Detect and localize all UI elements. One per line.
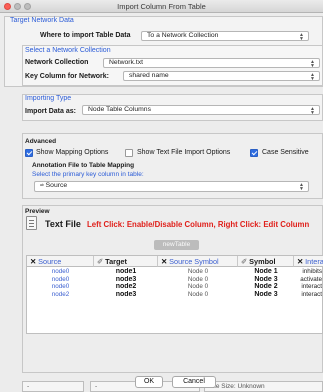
column-header-source-symbol[interactable]: ✕ Source Symbol (158, 256, 238, 267)
network-collection-select[interactable]: Network.txt ▲ ▼ (103, 58, 320, 68)
title-bar[interactable]: Import Column From Table (0, 0, 323, 13)
table-name: newTable (162, 241, 191, 248)
preview-instruction: Left Click: Enable/Disable Column, Right… (87, 220, 310, 229)
file-size-box: File Size: Unknown (204, 381, 323, 392)
key-column-select[interactable]: shared name ▲ ▼ (123, 71, 320, 81)
column-label: Target (105, 257, 127, 266)
table-cell: activate (300, 275, 322, 283)
table-cell: interact (301, 290, 322, 298)
preview-header: Preview (25, 208, 50, 215)
network-collection-header: Select a Network Collection (25, 47, 111, 54)
column-header-interaction[interactable]: ✕ Interacti (294, 256, 323, 267)
table-cell: Node 0 (187, 275, 209, 283)
column-header-source[interactable]: ✕ Source (27, 256, 94, 267)
where-import-value: To a Network Collection (147, 32, 219, 39)
where-import-select[interactable]: To a Network Collection ▲ ▼ (141, 31, 309, 41)
table-cell: node0 (51, 268, 70, 275)
column-label: Source Symbol (169, 257, 219, 266)
x-icon: ✕ (297, 257, 304, 266)
table-cell: node3 (115, 290, 137, 298)
where-import-label: Where to import Table Data (40, 32, 131, 39)
import-data-as-select[interactable]: Node Table Columns ▲ ▼ (82, 105, 320, 115)
column-header-target[interactable]: ✐ Target (94, 256, 158, 267)
column-a-b-icon: ᵃᵇ (40, 183, 44, 189)
advanced-header: Advanced (25, 138, 57, 145)
table-cell: Node 2 (254, 283, 278, 290)
importing-type-header: Importing Type (25, 95, 72, 102)
import-dialog-window: Import Column From Table Target Network … (0, 0, 323, 392)
show-mapping-label[interactable]: Show Mapping Options (36, 149, 108, 156)
file-type-label: Text File (45, 219, 81, 229)
table-cell: node0 (51, 275, 70, 283)
show-mapping-checkbox[interactable] (25, 149, 33, 157)
target-network-header: Target Network Data (10, 17, 74, 24)
file-size-text: File Size: Unknown (209, 383, 265, 390)
mapping-title: Annotation File to Table Mapping (32, 162, 135, 169)
table-row: node2 node3 Node 0 Node 3 interact (27, 291, 323, 299)
mapping-hint: Select the primary key column in table: (32, 171, 144, 178)
primary-key-select[interactable]: ᵃᵇ Source ▲ ▼ (34, 181, 309, 192)
import-data-as-label: Import Data as: (25, 108, 76, 115)
table-cell: inhibits (302, 268, 322, 275)
key-column-label: Key Column for Network: (25, 73, 110, 80)
key-column-value: shared name (129, 72, 169, 79)
cancel-button[interactable]: Cancel (172, 376, 216, 388)
text-file-icon (26, 216, 37, 230)
table-cell: Node 0 (187, 283, 209, 290)
column-label: Source (38, 257, 62, 266)
table-cell: Node 0 (187, 268, 209, 275)
import-data-as-value: Node Table Columns (88, 106, 151, 113)
select-arrows-icon: ▲ ▼ (310, 72, 315, 81)
window-title: Import Column From Table (117, 2, 206, 11)
table-cell: node1 (115, 268, 137, 275)
table-cell: Node 0 (187, 290, 209, 298)
x-icon: ✕ (30, 257, 37, 266)
check-icon: ✐ (241, 257, 248, 266)
table-name-badge: newTable (154, 240, 199, 250)
status-middle-text: - (95, 383, 98, 390)
table-row: node0 node2 Node 0 Node 2 interact (27, 283, 323, 291)
network-collection-value: Network.txt (109, 59, 143, 66)
network-collection-label: Network Collection (25, 59, 89, 66)
show-text-file-checkbox[interactable] (125, 149, 133, 157)
column-label: Interacti (305, 257, 323, 266)
table-row: node0 node1 Node 0 Node 1 inhibits (27, 268, 323, 276)
table-cell: node0 (51, 283, 70, 290)
preview-table: ✕ Source ✐ Target ✕ Source Symbol ✐ Symb… (26, 255, 323, 334)
table-cell: Node 3 (254, 290, 278, 298)
select-arrows-icon: ▲ ▼ (310, 59, 315, 68)
check-icon: ✐ (97, 257, 104, 266)
select-arrows-icon: ▲ ▼ (310, 106, 315, 115)
select-arrows-icon: ▲ ▼ (299, 32, 304, 41)
table-cell: node2 (51, 290, 70, 298)
case-sensitive-label[interactable]: Case Sensitive (262, 149, 309, 156)
table-row: node0 node3 Node 0 Node 3 activate (27, 276, 323, 284)
x-icon: ✕ (161, 257, 168, 266)
column-header-symbol[interactable]: ✐ Symbol (238, 256, 294, 267)
table-cell: node2 (115, 283, 137, 290)
table-cell: interact (301, 283, 322, 290)
table-cell: Node 1 (254, 268, 278, 275)
ok-button[interactable]: OK (135, 376, 163, 388)
status-box-left: - (22, 381, 84, 392)
show-text-file-label[interactable]: Show Text File Import Options (137, 149, 230, 156)
select-arrows-icon: ▲ ▼ (299, 182, 304, 192)
table-cell: Node 3 (254, 275, 278, 283)
column-label: Symbol (249, 257, 276, 266)
case-sensitive-checkbox[interactable] (250, 149, 258, 157)
primary-key-value: Source (45, 182, 68, 189)
status-left-text: - (27, 383, 30, 390)
table-cell: node3 (115, 275, 137, 283)
